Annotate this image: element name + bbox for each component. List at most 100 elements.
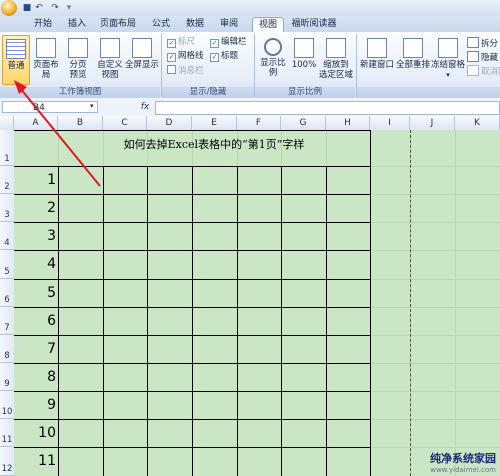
tab-view[interactable]: 视图: [252, 17, 284, 33]
page-layout-icon: [36, 38, 56, 58]
split-icon: [467, 37, 479, 48]
tab-home[interactable]: 开始: [28, 17, 58, 32]
tab-review[interactable]: 审阅: [214, 17, 244, 32]
ruler-checkbox[interactable]: ✓ 标尺: [167, 37, 195, 48]
number-cell[interactable]: 10: [14, 419, 58, 447]
title-bar: [0, 0, 500, 16]
split-label: 拆分: [481, 39, 499, 49]
gridlines-checkbox[interactable]: ✓ 网格线: [167, 51, 204, 62]
save-icon[interactable]: ■: [22, 3, 32, 13]
undo-icon[interactable]: ↶: [34, 3, 44, 13]
number-cell[interactable]: 11: [14, 447, 58, 476]
zoom-to-selection-label-2: 选定区域: [319, 70, 354, 80]
arrange-all-icon: [403, 38, 423, 58]
column-header[interactable]: I: [370, 116, 410, 130]
number-cell[interactable]: 9: [14, 391, 58, 419]
hide-label: 隐藏: [481, 53, 499, 63]
hide-button[interactable]: 隐藏: [467, 51, 499, 63]
table-border: [58, 166, 59, 476]
column-header[interactable]: F: [237, 116, 281, 130]
redo-icon[interactable]: ↷: [50, 3, 60, 13]
unhide-icon: [467, 65, 479, 76]
zoom-to-selection-button[interactable]: 缩放到 选定区域: [319, 35, 353, 83]
new-window-icon: [367, 38, 387, 58]
arrange-all-label: 全部重排: [396, 60, 431, 70]
watermark: 纯净系统家园 www.yidaimei.com: [430, 450, 496, 474]
tab-formulas[interactable]: 公式: [146, 17, 176, 32]
new-window-button[interactable]: 新建窗口: [360, 35, 394, 83]
unhide-label: 取消隐: [481, 67, 500, 77]
freeze-panes-button[interactable]: 冻结窗格▾: [431, 35, 465, 83]
headings-checkbox[interactable]: ✓ 标题: [210, 51, 238, 62]
unhide-button[interactable]: 取消隐: [467, 65, 500, 77]
message-bar-checkbox[interactable]: 消息栏: [167, 65, 204, 76]
row-header[interactable]: 12: [0, 447, 14, 476]
row-header[interactable]: 4: [0, 222, 14, 250]
full-screen-label: 全屏显示: [125, 60, 160, 70]
table-border: [326, 166, 327, 476]
ruler-label: 标尺: [178, 37, 196, 47]
table-border: [370, 130, 371, 476]
new-window-label: 新建窗口: [360, 60, 395, 70]
checkbox-box: ✓: [167, 53, 176, 62]
insert-function-button[interactable]: fx: [138, 101, 152, 113]
row-header[interactable]: 6: [0, 279, 14, 307]
tab-foxit-reader[interactable]: 福昕阅读器: [288, 17, 340, 32]
headings-label: 标题: [221, 51, 239, 61]
office-button[interactable]: [1, 0, 17, 16]
checkbox-box: ✓: [210, 39, 219, 48]
number-cell[interactable]: 3: [14, 222, 58, 250]
zoom-label: 显示比例: [260, 58, 286, 78]
table-border: [192, 166, 193, 476]
hide-icon: [467, 51, 479, 62]
table-border: [147, 166, 148, 476]
zoom-100-button[interactable]: 100%: [291, 35, 317, 83]
column-header[interactable]: H: [326, 116, 370, 130]
magnifier-icon: [264, 38, 282, 56]
formula-input[interactable]: [155, 101, 500, 115]
group-label-window: [357, 87, 500, 98]
row-header[interactable]: 3: [0, 194, 14, 222]
table-border: [103, 166, 104, 476]
zoom-100-label: 100%: [291, 60, 317, 70]
number-cell[interactable]: 2: [14, 194, 58, 222]
row-header[interactable]: 10: [0, 391, 14, 419]
zoom-button[interactable]: 显示比例: [257, 35, 289, 83]
qat-dropdown-icon[interactable]: ▾: [64, 3, 74, 13]
page-break-preview-label-1: 分页: [69, 60, 87, 70]
arrange-all-button[interactable]: 全部重排: [396, 35, 430, 83]
normal-view-icon: [6, 39, 26, 59]
tab-page-layout[interactable]: 页面布局: [96, 17, 140, 32]
row-header[interactable]: 5: [0, 250, 14, 279]
gridlines-label: 网格线: [178, 51, 204, 61]
column-header[interactable]: G: [281, 116, 326, 130]
split-button[interactable]: 拆分: [467, 37, 499, 49]
dropdown-arrow-icon: ▾: [446, 71, 450, 79]
tab-data[interactable]: 数据: [180, 17, 210, 32]
number-cell[interactable]: 5: [14, 279, 58, 307]
custom-views-label-1: 自定义: [97, 60, 123, 70]
freeze-panes-label: 冻结窗格: [431, 60, 466, 70]
gridline: [455, 130, 456, 476]
custom-views-icon: [100, 38, 120, 58]
column-header[interactable]: J: [410, 116, 455, 130]
zoom-100-icon: [294, 38, 314, 58]
row-header[interactable]: 11: [0, 419, 14, 447]
zoom-to-selection-label-1: 缩放到: [323, 60, 349, 70]
number-cell[interactable]: 6: [14, 307, 58, 335]
table-border: [237, 166, 238, 476]
number-cell[interactable]: 7: [14, 335, 58, 363]
full-screen-button[interactable]: 全屏显示: [125, 35, 159, 83]
checkbox-box: ✓: [210, 53, 219, 62]
message-bar-label: 消息栏: [178, 66, 204, 76]
formula-bar-checkbox[interactable]: ✓ 编辑栏: [210, 37, 247, 48]
row-header[interactable]: 7: [0, 307, 14, 335]
column-header[interactable]: K: [455, 116, 500, 130]
row-header[interactable]: 8: [0, 335, 14, 363]
column-header[interactable]: D: [147, 116, 192, 130]
number-cell[interactable]: 4: [14, 250, 58, 279]
number-cell[interactable]: 8: [14, 363, 58, 391]
tab-insert[interactable]: 插入: [62, 17, 92, 32]
column-header[interactable]: E: [192, 116, 237, 130]
row-header[interactable]: 9: [0, 363, 14, 391]
